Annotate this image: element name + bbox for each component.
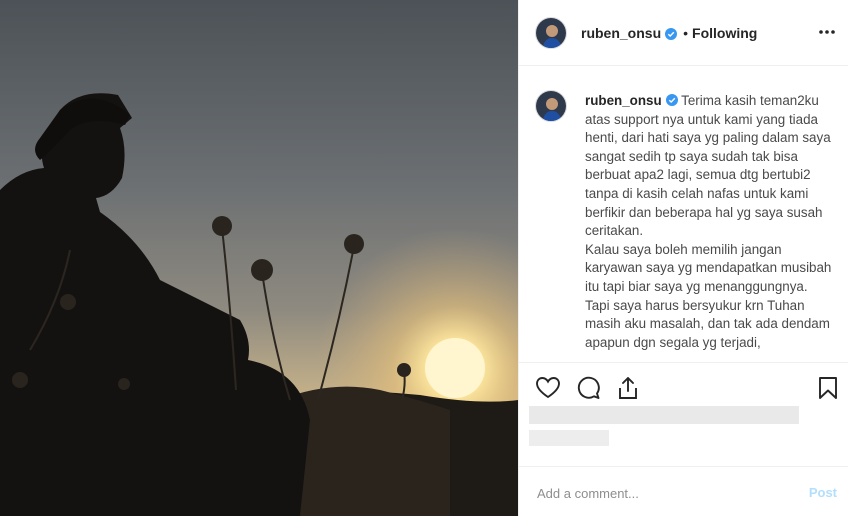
following-button[interactable]: Following — [692, 25, 757, 41]
likes-blurred — [529, 406, 799, 424]
action-bar — [519, 362, 848, 411]
share-icon[interactable] — [615, 375, 641, 401]
caption-avatar[interactable] — [535, 90, 567, 122]
caption-area: ruben_onsu Terima kasih teman2ku atas su… — [519, 66, 848, 362]
comment-box: Post — [519, 466, 848, 516]
heart-icon[interactable] — [535, 375, 561, 401]
post-comment-button[interactable]: Post — [809, 485, 837, 500]
more-options-icon[interactable] — [817, 22, 837, 42]
avatar[interactable] — [535, 16, 567, 49]
caption-username[interactable]: ruben_onsu — [585, 93, 662, 108]
date-blurred — [529, 430, 609, 446]
post-header: ruben_onsu • Following — [519, 0, 848, 66]
post-side-panel: ruben_onsu • Following ruben_onsu Terima… — [518, 0, 848, 516]
comment-icon[interactable] — [575, 375, 601, 401]
caption-text: ruben_onsu Terima kasih teman2ku atas su… — [585, 92, 839, 352]
post-photo[interactable] — [0, 0, 518, 516]
comment-input[interactable] — [535, 477, 789, 509]
instagram-post-view: ruben_onsu • Following ruben_onsu Terima… — [0, 0, 848, 516]
caption-body: Terima kasih teman2ku atas support nya u… — [585, 93, 832, 350]
separator-dot: • — [683, 24, 689, 41]
verified-badge-icon — [665, 27, 678, 40]
bookmark-icon[interactable] — [815, 375, 841, 401]
post-username[interactable]: ruben_onsu — [581, 25, 661, 41]
verified-badge-icon — [665, 93, 678, 106]
